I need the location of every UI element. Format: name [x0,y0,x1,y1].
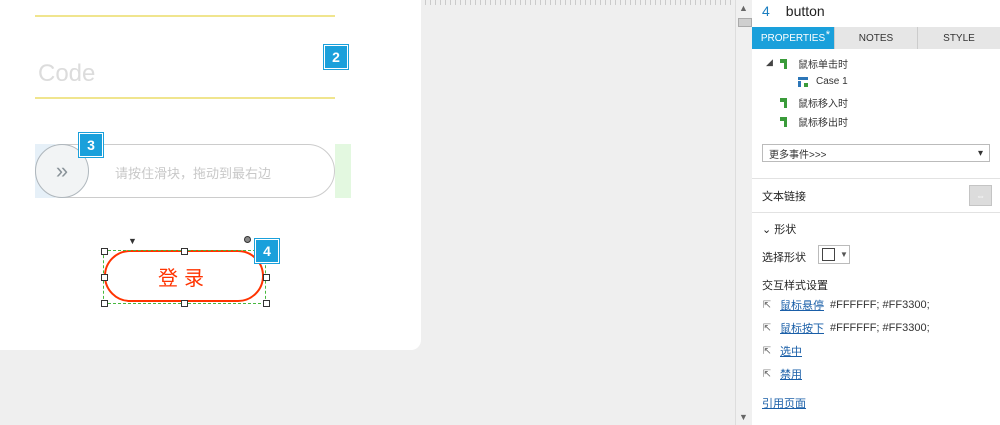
chevron-down-icon: ⌄ [762,224,772,236]
interaction-selected[interactable]: ⇱ 选中 [762,343,808,359]
text-link-label: 文本链接 [762,191,806,203]
case-label: Case 1 [816,76,848,87]
double-chevron-right-icon: » [55,158,69,183]
selection-rotate-icon[interactable]: ▼ [128,236,137,246]
tab-style-label: STYLE [943,32,975,44]
scroll-down-icon[interactable]: ▼ [739,412,748,422]
scroll-thumb[interactable] [738,18,752,27]
interaction-link[interactable]: 鼠标按下 [780,320,824,336]
modified-marker: * [825,29,830,41]
interaction-link[interactable]: 鼠标悬停 [780,297,824,313]
resize-handle-bl[interactable] [101,300,108,307]
reference-page-link[interactable]: 引用页面 [762,395,806,411]
interaction-hover[interactable]: ⇱ 鼠标悬停 #FFFFFF; #FF3300; [762,297,930,313]
more-events-select[interactable]: 更多事件>>> ▾ [762,144,990,162]
resize-handle-br[interactable] [263,300,270,307]
resize-handle-t[interactable] [181,248,188,255]
tab-notes-label: NOTES [858,32,894,44]
canvas-scrollbar[interactable]: ▲ ▼ [735,0,753,425]
event-icon [780,58,790,69]
tab-properties-label: PROPERTIES [760,32,826,44]
code-underline [35,97,335,99]
event-icon [780,97,790,108]
rectangle-shape-icon [822,248,835,261]
event-mouseleave[interactable]: 鼠标移出时 [780,114,848,129]
chevron-down-icon: ▼ [840,250,848,259]
shape-section-header[interactable]: ⌄ 形状 [762,221,796,237]
select-shape-label: 选择形状 [762,252,806,264]
event-label: 鼠标移出时 [798,118,848,129]
resize-handle-b[interactable] [181,300,188,307]
link-icon[interactable]: ⇔ [969,185,992,206]
slider-track-right-fill [335,144,351,198]
resize-handle-l[interactable] [101,274,108,281]
design-canvas[interactable]: Code 2 » 请按住滑块，拖动到最右边 3 ▼ 登录 4 [0,0,735,425]
interaction-disabled[interactable]: ⇱ 禁用 [762,366,808,382]
selection-outline [103,250,266,304]
panel-tabs: PROPERTIES * NOTES STYLE [752,27,1000,49]
widget-index: 4 [762,3,770,19]
case-icon [798,76,808,87]
selection-corner-radius-handle[interactable] [244,236,251,243]
event-icon [780,116,790,127]
shape-picker[interactable]: ▼ [818,245,850,264]
event-mouseenter[interactable]: 鼠标移入时 [780,95,848,110]
hover-cursor-icon: ⇱ [762,299,772,311]
code-input-placeholder[interactable]: Code [38,60,95,88]
event-label: 鼠标移入时 [798,99,848,110]
event-onclick[interactable]: 鼠标单击时 [780,56,848,71]
tab-properties[interactable]: PROPERTIES * [752,27,835,49]
mousedown-cursor-icon: ⇱ [762,322,772,334]
event-label: 鼠标单击时 [798,60,848,71]
divider [752,178,1000,179]
widget-badge-2[interactable]: 2 [324,45,348,69]
interaction-styles-title: 交互样式设置 [762,280,828,292]
widget-name[interactable]: button [786,3,825,19]
divider [752,212,1000,213]
widget-badge-4[interactable]: 4 [255,239,279,263]
tab-style[interactable]: STYLE [918,27,1000,49]
interaction-value: #FFFFFF; #FF3300; [830,322,930,334]
case-item[interactable]: Case 1 [798,76,848,87]
interaction-mousedown[interactable]: ⇱ 鼠标按下 #FFFFFF; #FF3300; [762,320,930,336]
chevron-down-icon: ▾ [977,147,983,159]
widget-badge-3[interactable]: 3 [79,133,103,157]
login-card: Code 2 » 请按住滑块，拖动到最右边 3 ▼ 登录 4 [0,0,421,350]
interaction-link[interactable]: 选中 [780,343,802,359]
resize-handle-tl[interactable] [101,248,108,255]
username-underline [35,15,335,17]
properties-panel: 4 button PROPERTIES * NOTES STYLE ◢ 鼠标单击… [752,0,1000,425]
more-events-label: 更多事件>>> [769,149,827,161]
slider-hint: 请按住滑块，拖动到最右边 [115,166,272,181]
resize-handle-r[interactable] [263,274,270,281]
tree-expand-icon[interactable]: ◢ [766,57,773,68]
scroll-up-icon[interactable]: ▲ [739,3,748,13]
disabled-cursor-icon: ⇱ [762,368,772,380]
shape-section-label: 形状 [774,224,797,236]
panel-header: 4 button [762,0,825,22]
selected-cursor-icon: ⇱ [762,345,772,357]
interaction-link[interactable]: 禁用 [780,366,802,382]
tab-notes[interactable]: NOTES [835,27,918,49]
interaction-value: #FFFFFF; #FF3300; [830,299,930,311]
